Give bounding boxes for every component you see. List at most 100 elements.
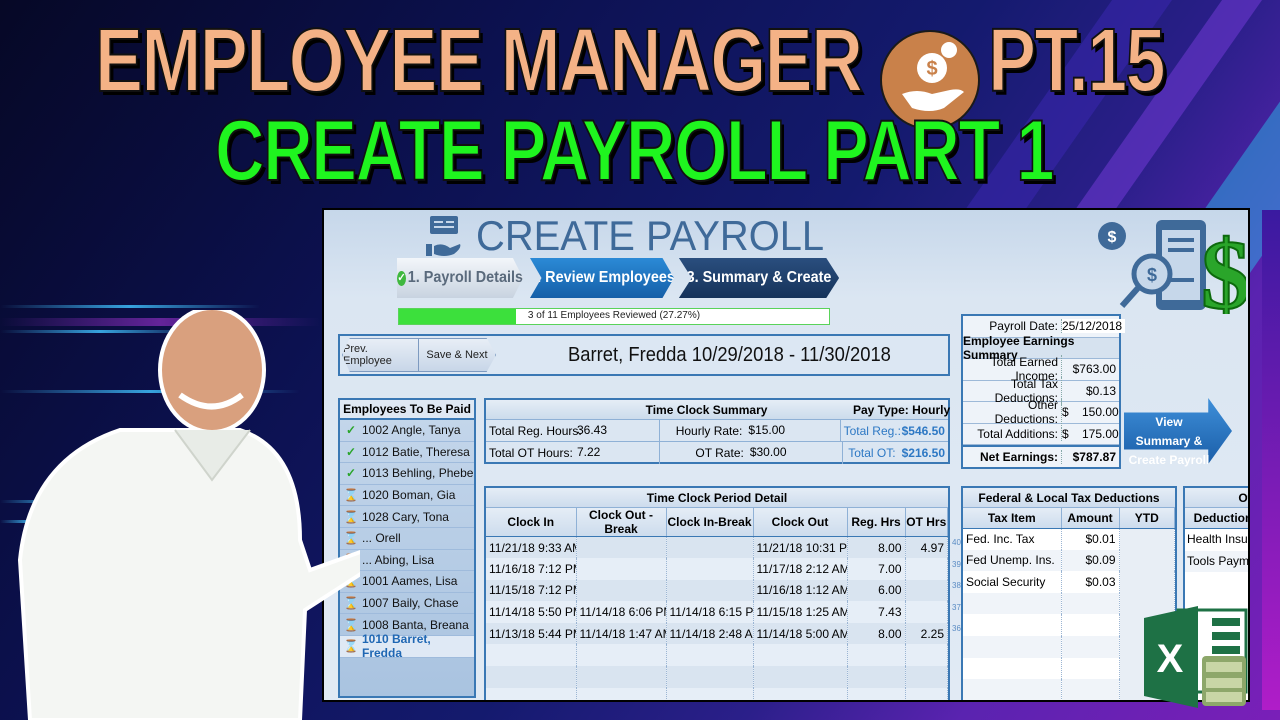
table-cell — [753, 687, 848, 700]
save-next-button[interactable]: Save & Next — [418, 338, 496, 372]
table-cell — [847, 687, 906, 700]
employee-list-item[interactable]: ⌛ 1010 Barret, Fredda — [340, 632, 474, 660]
reg-hours-label: Total Reg. Hours: — [489, 423, 582, 438]
payroll-search-icon: $ $ $ — [1096, 218, 1248, 331]
thumbnail-subtitle: CREATE PAYROLL PART 1 — [214, 102, 1055, 200]
table-row[interactable] — [486, 666, 948, 688]
employee-name: 1020 Boman, Gia — [362, 488, 456, 503]
svg-text:$: $ — [1201, 219, 1246, 314]
table-cell — [963, 614, 1062, 636]
other-deduction-row[interactable]: Tools Paymen — [1185, 550, 1248, 573]
progress-label: 3 of 11 Employees Reviewed (27.27%) — [527, 310, 701, 321]
bg-stripe — [0, 305, 260, 308]
table-cell — [486, 687, 577, 700]
table-cell — [666, 579, 754, 602]
summary-value: $0.13 — [1085, 383, 1116, 398]
step-review-employees[interactable]: 2. Review Employees — [530, 258, 674, 298]
step-payroll-details[interactable]: ✓ 1. Payroll Details — [397, 258, 523, 298]
table-cell: Social Security — [963, 571, 1062, 593]
table-row[interactable]: 11/13/18 5:44 PM 11/14/18 1:47 AM 11/14/18… — [486, 622, 948, 645]
payroll-date-label: Payroll Date: — [963, 319, 1062, 334]
employee-list-item[interactable]: ✓ 1012 Batie, Theresa — [340, 442, 474, 464]
table-row[interactable]: Fed. Inc. Tax $0.01 — [963, 528, 1175, 550]
employee-list-item[interactable]: ⌛1001 Aames, Lisa — [340, 571, 474, 593]
employee-list-item[interactable]: ⌛ 1020 Boman, Gia — [340, 485, 474, 507]
pay-type: Pay Type: Hourly — [853, 402, 951, 417]
summary-label: Total Additions: — [963, 426, 1062, 441]
table-row[interactable] — [486, 644, 948, 667]
hourly-rate-label: Hourly Rate: — [675, 423, 743, 438]
employee-list-item[interactable]: ⌛... Orell — [340, 528, 474, 550]
time-clock-table: Clock In Clock Out -Break Clock In-Break Cl… — [486, 508, 948, 700]
table-cell: 11/17/18 2:12 AM — [753, 558, 848, 580]
ot-hours-label: Total OT Hours: — [489, 446, 573, 460]
table-cell — [576, 644, 667, 667]
table-row[interactable]: 11/15/18 7:12 PM 11/16/18 1:12 AM 6.00 — [486, 579, 948, 602]
employee-list-item[interactable]: ✓ 1013 Behling, Phebe — [340, 463, 474, 485]
column-header: Amount — [1061, 508, 1120, 529]
employee-name: 1012 Batie, Theresa — [362, 444, 470, 459]
table-row[interactable]: 11/14/18 5:50 PM 11/14/18 6:06 PM 11/14/18… — [486, 601, 948, 623]
table-cell: 11/14/18 5:50 PM — [486, 601, 577, 623]
employee-nav-bar: Prev. Employee Save & Next Barret, Fredd… — [338, 334, 950, 376]
view-summary-label[interactable]: View Summary & Create Payroll — [1127, 413, 1211, 470]
summary-label: Other Deductions: — [963, 398, 1062, 427]
step-summary-create[interactable]: 3. Summary & Create — [678, 258, 840, 298]
table-row[interactable]: 11/16/18 7:12 PM 11/17/18 2:12 AM 7.00 — [486, 558, 948, 580]
table-cell — [666, 536, 754, 559]
employee-name: 1010 Barret, Fredda — [361, 632, 431, 661]
employee-name: 1013 Behling, Phebe — [362, 466, 474, 481]
table-cell — [666, 687, 754, 700]
other-deduction-row[interactable]: Health Insura — [1185, 529, 1248, 551]
total-reg-label: Total Reg.: — [843, 423, 901, 438]
hourly-rate-value: $15.00 — [745, 420, 841, 441]
table-cell: 11/14/18 1:47 AM — [576, 622, 667, 645]
employee-list-item[interactable]: ⌛... Abing, Lisa — [340, 550, 474, 572]
payroll-date-field[interactable]: 25/12/2018 — [1062, 319, 1126, 334]
table-cell — [486, 666, 577, 688]
table-row[interactable]: 11/21/18 9:33 AM 11/21/18 10:31 PM 8.00 4.9… — [486, 536, 948, 559]
employee-list-item[interactable]: ⌛ 1028 Cary, Tona — [340, 506, 474, 528]
table-cell — [576, 558, 667, 580]
deduction-column-header: Deduction — [1185, 508, 1248, 529]
svg-text:$: $ — [1147, 265, 1157, 285]
table-cell — [1119, 571, 1175, 593]
table-cell: 11/14/18 6:06 PM — [576, 601, 667, 623]
excel-money-icon: X — [1140, 604, 1250, 710]
step-label: 3. Summary & Create — [686, 269, 832, 286]
row-number: 36 — [952, 624, 961, 634]
thumbnail-title-left: EMPLOYEE MANAGER — [94, 10, 864, 112]
table-cell: 11/15/18 7:12 PM — [486, 579, 577, 602]
column-header: Tax Item — [963, 508, 1062, 529]
employee-list-header: Employees To Be Paid — [340, 400, 474, 420]
svg-text:$: $ — [1108, 229, 1117, 246]
employee-list-item[interactable]: ⌛ 1007 Baily, Chase — [340, 593, 474, 615]
table-cell: 11/13/18 5:44 PM — [486, 622, 577, 645]
table-cell — [666, 644, 754, 667]
table-cell — [486, 644, 577, 667]
table-cell: 11/14/18 5:00 AM — [753, 622, 848, 645]
summary-value: $ 175.00 — [1062, 426, 1119, 441]
table-cell — [1061, 657, 1120, 680]
table-row[interactable]: Social Security $0.03 — [963, 571, 1175, 593]
ot-rate-label: OT Rate: — [695, 446, 744, 460]
time-clock-summary-title: Time Clock Summary — [645, 402, 768, 417]
table-row[interactable]: Fed Unemp. Ins. $0.09 — [963, 549, 1175, 572]
step-label: 1. Payroll Details — [407, 269, 523, 286]
table-cell: 8.00 — [847, 536, 906, 559]
column-header: Clock In-Break — [666, 508, 754, 537]
check-icon: ✓ — [397, 270, 406, 286]
table-cell — [1061, 635, 1120, 658]
tax-deductions-title: Federal & Local Tax Deductions — [963, 488, 1175, 508]
table-cell — [1119, 528, 1175, 550]
employee-name: ... Orell — [362, 531, 401, 546]
employee-name: 1007 Baily, Chase — [362, 596, 459, 611]
employee-list-item[interactable]: ✓ 1002 Angle, Tanya — [340, 420, 474, 442]
column-header: Clock Out — [753, 508, 848, 537]
table-cell — [753, 666, 848, 688]
row-number: 39 — [952, 559, 961, 569]
table-cell: 11/21/18 10:31 PM — [753, 536, 848, 559]
table-row[interactable] — [486, 687, 948, 700]
table-cell: $0.09 — [1061, 549, 1120, 572]
table-cell — [963, 679, 1062, 700]
